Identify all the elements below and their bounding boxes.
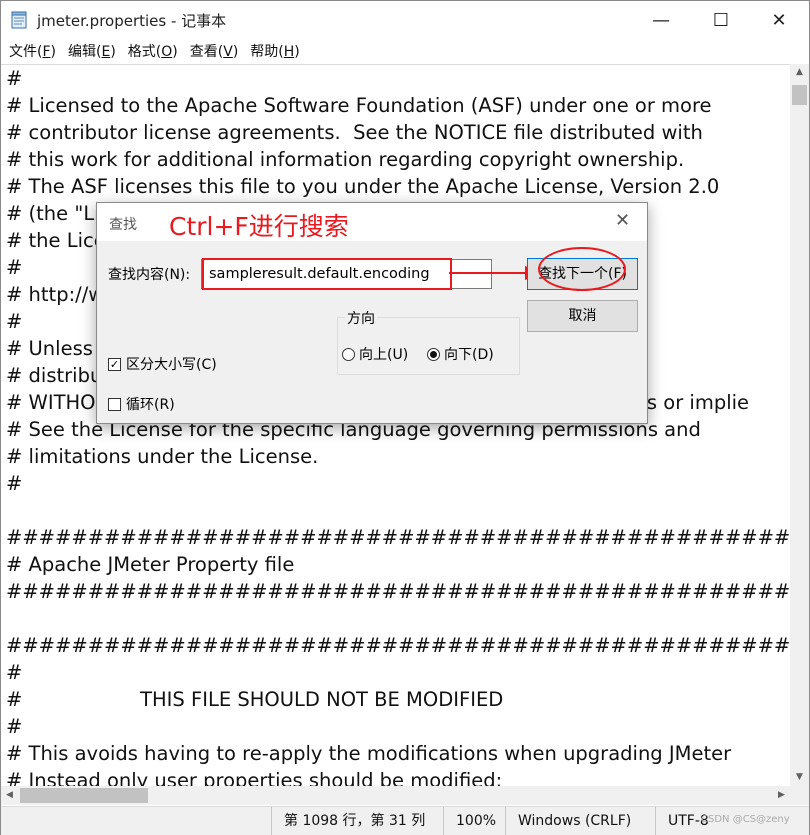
vertical-scroll-thumb[interactable] bbox=[792, 85, 807, 105]
editor-line: ########################################… bbox=[6, 526, 790, 549]
scroll-left-icon[interactable]: ◀ bbox=[1, 786, 18, 805]
scroll-up-icon[interactable]: ▲ bbox=[790, 64, 809, 81]
cancel-button[interactable]: 取消 bbox=[527, 300, 638, 332]
editor-line: # distribu bbox=[6, 364, 103, 387]
status-zoom: 100% bbox=[443, 807, 505, 835]
close-button[interactable]: ✕ bbox=[749, 1, 809, 39]
vertical-scrollbar[interactable]: ▲ ▼ bbox=[790, 64, 809, 786]
find-dialog-title: 查找 bbox=[109, 217, 137, 233]
editor-line: ########################################… bbox=[6, 634, 790, 657]
maximize-button[interactable]: ☐ bbox=[691, 1, 751, 39]
notepad-app-icon bbox=[11, 11, 27, 29]
horizontal-scroll-thumb[interactable] bbox=[20, 788, 148, 803]
radio-off-icon[interactable] bbox=[342, 347, 355, 361]
find-next-button[interactable]: 查找下一个(F) bbox=[527, 258, 638, 290]
editor-line: # Apache JMeter Property file bbox=[6, 553, 295, 576]
status-bar: 第 1098 行，第 31 列 100% Windows (CRLF) UTF-… bbox=[1, 806, 809, 835]
editor-line: # Instead only user properties should be… bbox=[6, 769, 503, 786]
find-dialog-title-bar[interactable]: 查找 Ctrl+F进行搜索 ✕ bbox=[97, 203, 647, 241]
close-icon: ✕ bbox=[771, 9, 787, 31]
editor-line: # Licensed to the Apache Software Founda… bbox=[6, 94, 712, 117]
editor-line: ########################################… bbox=[6, 580, 790, 603]
editor-line: # bbox=[6, 67, 23, 90]
find-dialog-close-icon[interactable]: ✕ bbox=[615, 210, 630, 231]
editor-line: # bbox=[6, 661, 23, 684]
window-title: jmeter.properties - 记事本 bbox=[37, 12, 227, 30]
notepad-window: jmeter.properties - 记事本 — ☐ ✕ 文件(F) 编辑(E… bbox=[0, 0, 810, 835]
minimize-button[interactable]: — bbox=[631, 1, 691, 39]
status-line-ending: Windows (CRLF) bbox=[505, 807, 655, 835]
title-bar[interactable]: jmeter.properties - 记事本 — ☐ ✕ bbox=[1, 1, 809, 39]
menu-help[interactable]: 帮助(H) bbox=[246, 41, 307, 61]
annotation-text: Ctrl+F进行搜索 bbox=[169, 212, 349, 241]
direction-up-radio[interactable]: 向上(U) bbox=[342, 344, 408, 364]
find-what-input[interactable] bbox=[201, 259, 492, 289]
status-cursor-position: 第 1098 行，第 31 列 bbox=[271, 807, 443, 835]
checkbox-unchecked-icon[interactable] bbox=[108, 397, 121, 411]
watermark-text: CSDN @CS@zeny bbox=[701, 814, 790, 825]
maximize-icon: ☐ bbox=[712, 9, 730, 31]
menu-edit[interactable]: 编辑(E) bbox=[64, 41, 124, 61]
menu-bar: 文件(F) 编辑(E) 格式(O) 查看(V) 帮助(H) bbox=[1, 39, 809, 63]
editor-line: # This avoids having to re-apply the mod… bbox=[6, 742, 732, 765]
wrap-around-checkbox[interactable]: 循环(R) bbox=[108, 394, 175, 414]
editor-line: # bbox=[6, 472, 23, 495]
text-editor[interactable]: # # Licensed to the Apache Software Found… bbox=[1, 64, 790, 786]
editor-line: # this work for additional information r… bbox=[6, 148, 685, 171]
editor-line: # bbox=[6, 715, 23, 738]
match-case-checkbox[interactable]: ✓ 区分大小写(C) bbox=[108, 354, 217, 374]
scrollbar-corner bbox=[790, 786, 809, 805]
editor-line: # THIS FILE SHOULD NOT BE MODIFIED bbox=[6, 688, 504, 711]
horizontal-scrollbar[interactable]: ◀ ▶ bbox=[1, 786, 790, 805]
scroll-right-icon[interactable]: ▶ bbox=[773, 786, 790, 805]
scroll-down-icon[interactable]: ▼ bbox=[790, 769, 809, 786]
find-what-label: 查找内容(N): bbox=[108, 267, 191, 283]
editor-line: # the Lice bbox=[6, 229, 106, 252]
minimize-icon: — bbox=[652, 9, 670, 31]
editor-line: # bbox=[6, 310, 23, 333]
menu-format[interactable]: 格式(O) bbox=[124, 41, 186, 61]
editor-line: # limitations under the License. bbox=[6, 445, 319, 468]
checkbox-checked-icon[interactable]: ✓ bbox=[108, 357, 121, 371]
direction-down-radio[interactable]: 向下(D) bbox=[427, 344, 494, 364]
editor-line: # http://w bbox=[6, 283, 105, 306]
editor-line: # The ASF licenses this file to you unde… bbox=[6, 175, 720, 198]
editor-line: # bbox=[6, 256, 23, 279]
menu-view[interactable]: 查看(V) bbox=[186, 41, 247, 61]
editor-line: # contributor license agreements. See th… bbox=[6, 121, 703, 144]
radio-on-icon[interactable] bbox=[427, 347, 440, 361]
menu-file[interactable]: 文件(F) bbox=[5, 41, 64, 61]
find-dialog: 查找 Ctrl+F进行搜索 ✕ 查找内容(N): 查找下一个(F) 取消 方向 … bbox=[96, 202, 648, 424]
direction-label: 方向 bbox=[345, 308, 377, 328]
